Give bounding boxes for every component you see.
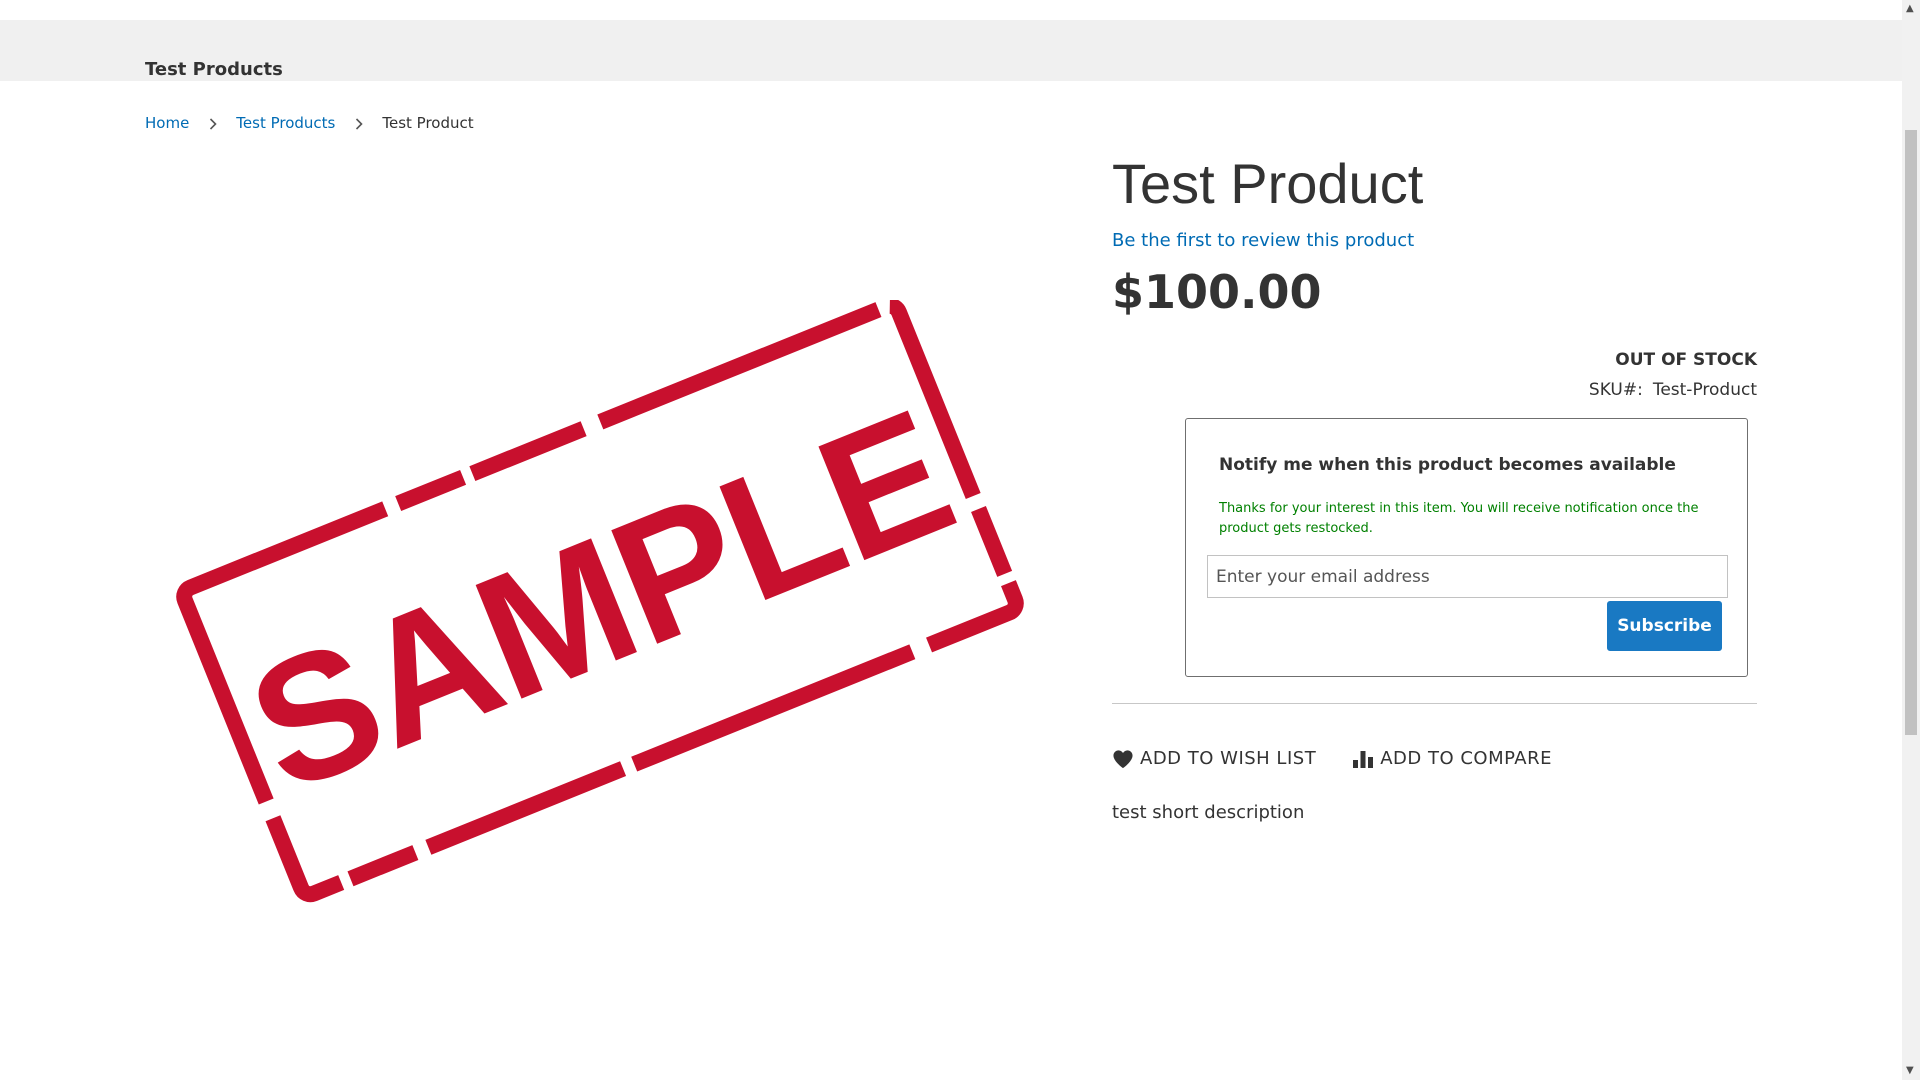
subscribe-button[interactable]: Subscribe xyxy=(1607,601,1722,651)
breadcrumb-category-link[interactable]: Test Products xyxy=(236,114,335,132)
product-price: $100.00 xyxy=(1112,265,1322,319)
short-description: test short description xyxy=(1112,802,1305,823)
add-to-wishlist-label: ADD TO WISH LIST xyxy=(1140,748,1317,769)
category-nav-bar: Test Products xyxy=(0,20,1902,81)
email-input[interactable] xyxy=(1207,555,1728,598)
sku-label: SKU#: xyxy=(1588,380,1643,400)
add-to-compare-link[interactable]: ADD TO COMPARE xyxy=(1352,748,1552,769)
heart-icon xyxy=(1113,749,1133,768)
breadcrumb-home-link[interactable]: Home xyxy=(145,114,189,132)
stamp-text: SAMPLE xyxy=(225,372,976,830)
product-title: Test Product xyxy=(1112,152,1424,215)
sku-value: Test-Product xyxy=(1652,380,1757,400)
notify-title: Notify me when this product becomes avai… xyxy=(1219,455,1676,475)
product-actions: ADD TO WISH LIST ADD TO COMPARE xyxy=(1112,748,1588,769)
top-strip xyxy=(0,0,1902,20)
stock-notify-box: Notify me when this product becomes avai… xyxy=(1185,418,1748,677)
scroll-thumb[interactable] xyxy=(1905,130,1917,735)
product-sku: SKU#: Test-Product xyxy=(1510,380,1757,400)
sample-stamp-image: SAMPLE xyxy=(176,297,1024,903)
review-link[interactable]: Be the first to review this product xyxy=(1112,230,1757,251)
breadcrumb-current: Test Product xyxy=(382,114,474,132)
nav-item-test-products[interactable]: Test Products xyxy=(145,59,283,80)
chevron-right-icon xyxy=(189,114,236,132)
scroll-down-arrow-icon[interactable]: ▼ xyxy=(1906,1066,1914,1076)
chevron-right-icon xyxy=(335,114,382,132)
product-image[interactable]: SAMPLE xyxy=(150,297,1050,920)
divider xyxy=(1112,703,1757,704)
breadcrumb: Home Test Products Test Product xyxy=(145,114,474,132)
stock-status: OUT OF STOCK xyxy=(1615,350,1757,370)
scroll-up-arrow-icon[interactable]: ▲ xyxy=(1906,4,1914,14)
add-to-wishlist-link[interactable]: ADD TO WISH LIST xyxy=(1112,748,1316,769)
bar-chart-icon xyxy=(1353,750,1374,768)
product-info: Test Product Be the first to review this… xyxy=(1112,150,1757,319)
add-to-compare-label: ADD TO COMPARE xyxy=(1380,748,1552,769)
notify-message: Thanks for your interest in this item. Y… xyxy=(1219,501,1699,536)
page-scrollbar[interactable]: ▲ ▼ xyxy=(1902,0,1920,1080)
